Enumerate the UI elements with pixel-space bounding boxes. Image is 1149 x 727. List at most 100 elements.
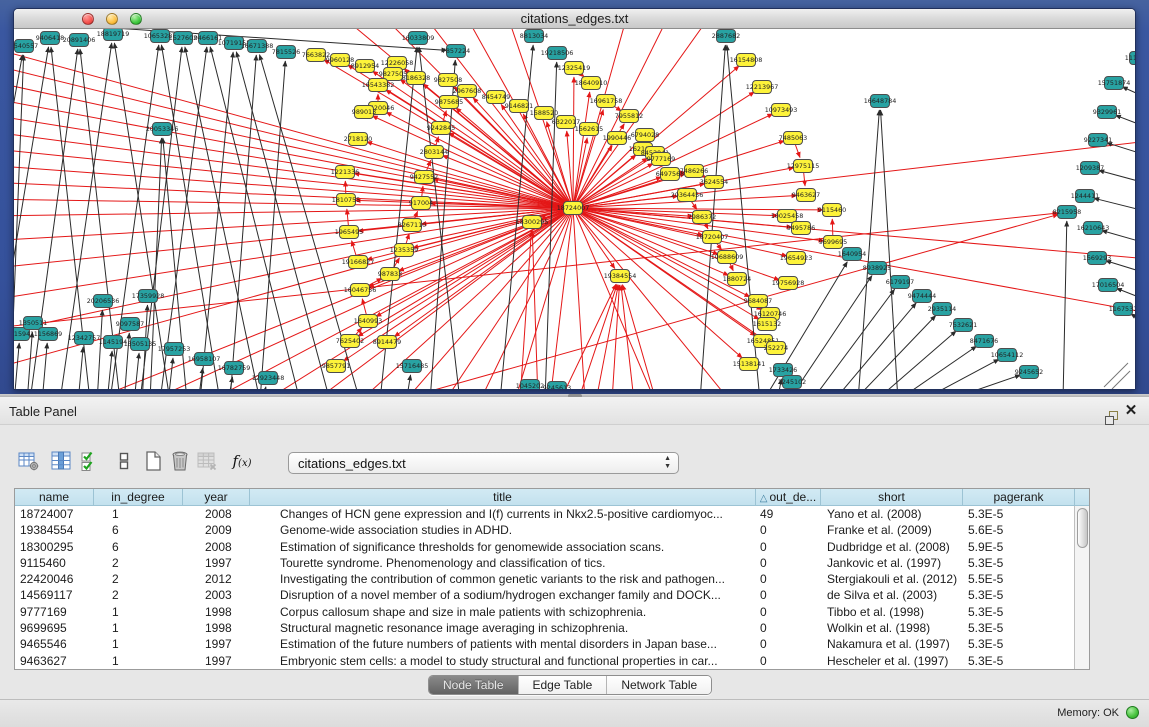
column-header-name[interactable]: name bbox=[15, 489, 94, 506]
graph-node-18819719[interactable]: 18819719 bbox=[97, 29, 130, 41]
graph-node-9875685[interactable]: 9875685 bbox=[435, 96, 463, 109]
graph-node-2887682[interactable]: 2887682 bbox=[712, 30, 740, 43]
graph-node-8813034[interactable]: 8813034 bbox=[520, 30, 548, 43]
network-view[interactable]: 1540557940641820891406188197191065328715… bbox=[14, 29, 1135, 389]
tab-network-table[interactable]: Network Table bbox=[607, 676, 711, 694]
graph-node-9777169[interactable]: 9777169 bbox=[647, 153, 675, 166]
graph-node-8267110[interactable]: 8267110 bbox=[398, 219, 426, 232]
scrollbar-thumb[interactable] bbox=[1077, 508, 1088, 548]
graph-node-16210643[interactable]: 16210643 bbox=[1077, 222, 1110, 235]
graph-node-1562615[interactable]: 1562615 bbox=[575, 123, 603, 136]
graph-node-1167531[interactable]: 1167531 bbox=[1109, 303, 1135, 316]
graph-node-8914479[interactable]: 8914479 bbox=[373, 336, 401, 349]
graph-node-16154808[interactable]: 16154808 bbox=[730, 54, 763, 67]
graph-node-19654923[interactable]: 19654923 bbox=[780, 252, 813, 265]
graph-node-1965495[interactable]: 1965495 bbox=[335, 226, 363, 239]
graph-node-1569293[interactable]: 1569293 bbox=[1083, 252, 1111, 265]
graph-node-7955812[interactable]: 7955812 bbox=[615, 110, 643, 123]
graph-node-1640993[interactable]: 1640993 bbox=[354, 315, 382, 328]
graph-node-9827508[interactable]: 9827508 bbox=[434, 74, 462, 87]
graph-node-1235359[interactable]: 1235359 bbox=[390, 244, 418, 257]
graph-node-6179197[interactable]: 6179197 bbox=[886, 276, 914, 289]
graph-node-7986372[interactable]: 7986372 bbox=[688, 211, 716, 224]
graph-node-9245613[interactable]: 9245613 bbox=[543, 382, 571, 390]
graph-node-1640954[interactable]: 1640954 bbox=[838, 248, 866, 261]
column-header-short[interactable]: short bbox=[821, 489, 963, 506]
graph-node-7532621[interactable]: 7532621 bbox=[949, 319, 977, 332]
table-row[interactable]: 977716911998Corpus callosum shape and si… bbox=[15, 604, 1075, 620]
graph-node-16671388[interactable]: 16671388 bbox=[241, 40, 274, 53]
graph-node-8215958[interactable]: 8215958 bbox=[1053, 206, 1081, 219]
graph-node-1540557[interactable]: 1540557 bbox=[14, 40, 38, 53]
graph-node-987833[interactable]: 987833 bbox=[378, 268, 402, 281]
graph-node-1615132[interactable]: 1615132 bbox=[753, 318, 781, 331]
graph-node-16782759[interactable]: 16782759 bbox=[218, 362, 251, 375]
table-row[interactable]: 1872400712008Changes of HCN gene express… bbox=[15, 506, 1075, 522]
table-row[interactable]: 1830029562008Estimation of significance … bbox=[15, 539, 1075, 555]
graph-node-9406418[interactable]: 9406418 bbox=[36, 32, 64, 45]
table-row[interactable]: 1938455462009Genome-wide association stu… bbox=[15, 522, 1075, 538]
citation-network-graph[interactable]: 1540557940641820891406188197191065328715… bbox=[14, 29, 1135, 389]
graph-node-252274[interactable]: 252274 bbox=[764, 342, 788, 355]
table-row[interactable]: 946362711997Embryonic stem cells: a mode… bbox=[15, 653, 1075, 669]
graph-node-7625402[interactable]: 7625402 bbox=[336, 335, 364, 348]
graph-node-20053346[interactable]: 20053346 bbox=[146, 123, 179, 136]
table-row[interactable]: 969969511998Structural magnetic resonanc… bbox=[15, 620, 1075, 636]
graph-node-9857791[interactable]: 9857791 bbox=[322, 360, 350, 373]
graph-node-20364456[interactable]: 20364456 bbox=[671, 189, 704, 202]
table-row[interactable]: 1456911722003Disruption of a novel membe… bbox=[15, 587, 1075, 603]
table-selector-dropdown[interactable]: citations_edges.txt ▲▼ bbox=[288, 452, 679, 474]
graph-node-989013[interactable]: 989013 bbox=[352, 106, 376, 119]
graph-node-7815526[interactable]: 7815526 bbox=[272, 46, 300, 59]
graph-node-16033809[interactable]: 16033809 bbox=[402, 32, 435, 45]
graph-nodes[interactable]: 1540557940641820891406188197191065328715… bbox=[14, 29, 1135, 389]
tab-edge-table[interactable]: Edge Table bbox=[519, 676, 608, 694]
delete-table-icon[interactable] bbox=[168, 449, 192, 473]
graph-node-20891406[interactable]: 20891406 bbox=[63, 34, 96, 47]
row-select-icon[interactable] bbox=[78, 449, 102, 473]
graph-node-15751874[interactable]: 15751874 bbox=[1098, 77, 1131, 90]
graph-node-2718120[interactable]: 2718120 bbox=[344, 133, 372, 146]
tab-node-table[interactable]: Node Table bbox=[429, 676, 519, 694]
graph-node-16046756[interactable]: 16046756 bbox=[344, 284, 377, 297]
graph-node-9463627[interactable]: 9463627 bbox=[792, 189, 820, 202]
graph-node-10973493[interactable]: 10973493 bbox=[765, 104, 798, 117]
graph-node-16958107[interactable]: 16958107 bbox=[188, 353, 221, 366]
graph-node-1990446[interactable]: 1990446 bbox=[603, 132, 631, 145]
graph-node-12325419[interactable]: 12325419 bbox=[558, 62, 591, 75]
graph-node-8471676[interactable]: 8471676 bbox=[970, 335, 998, 348]
graph-node-9245652[interactable]: 9245652 bbox=[1015, 366, 1043, 379]
graph-node-12975115[interactable]: 12975115 bbox=[787, 160, 820, 173]
network-window[interactable]: citations_edges.txt 15405579406418208914… bbox=[13, 8, 1136, 390]
graph-node-9474444[interactable]: 9474444 bbox=[908, 290, 936, 303]
graph-node-17359928[interactable]: 17359928 bbox=[132, 290, 165, 303]
graph-node-10654112[interactable]: 10654112 bbox=[991, 349, 1024, 362]
column-header-title[interactable]: title bbox=[250, 489, 756, 506]
graph-node-10025458[interactable]: 10025458 bbox=[771, 210, 804, 223]
table-row[interactable]: 911546021997Tourette syndrome. Phenomeno… bbox=[15, 555, 1075, 571]
table-settings-icon[interactable] bbox=[17, 449, 41, 473]
column-header-pagerank[interactable]: pagerank bbox=[963, 489, 1075, 506]
graph-node-19218506[interactable]: 19218506 bbox=[541, 47, 574, 60]
graph-node-9699695[interactable]: 9699695 bbox=[819, 236, 847, 249]
graph-node-7485063[interactable]: 7485063 bbox=[779, 132, 807, 145]
graph-node-9115460[interactable]: 9115460 bbox=[818, 204, 846, 217]
graph-node-12342757[interactable]: 12342757 bbox=[68, 332, 101, 345]
graph-node-19166827[interactable]: 19166827 bbox=[342, 256, 375, 269]
column-header-in_degree[interactable]: in_degree bbox=[94, 489, 183, 506]
graph-node-1733426[interactable]: 1733426 bbox=[769, 364, 797, 377]
graph-node-9329961[interactable]: 9329961 bbox=[1093, 106, 1121, 119]
stacked-rows-icon[interactable] bbox=[112, 449, 136, 473]
close-icon[interactable]: ✕ bbox=[1121, 402, 1141, 420]
column-visibility-icon[interactable] bbox=[49, 449, 73, 473]
graph-node-1209387[interactable]: 1209387 bbox=[1076, 162, 1104, 175]
float-panel-icon[interactable] bbox=[1095, 402, 1115, 420]
graph-node-2935114[interactable]: 2935114 bbox=[928, 303, 956, 316]
window-titlebar[interactable]: citations_edges.txt bbox=[14, 9, 1135, 29]
graph-node-1880724[interactable]: 1880724 bbox=[723, 273, 751, 286]
graph-node-9227341[interactable]: 9227341 bbox=[1084, 134, 1112, 147]
graph-node-15716485[interactable]: 15716485 bbox=[396, 360, 429, 373]
graph-node-16961758[interactable]: 16961758 bbox=[590, 95, 623, 108]
graph-node-917004[interactable]: 917004 bbox=[409, 197, 433, 210]
table-row[interactable]: 2242004622012Investigating the contribut… bbox=[15, 571, 1075, 587]
